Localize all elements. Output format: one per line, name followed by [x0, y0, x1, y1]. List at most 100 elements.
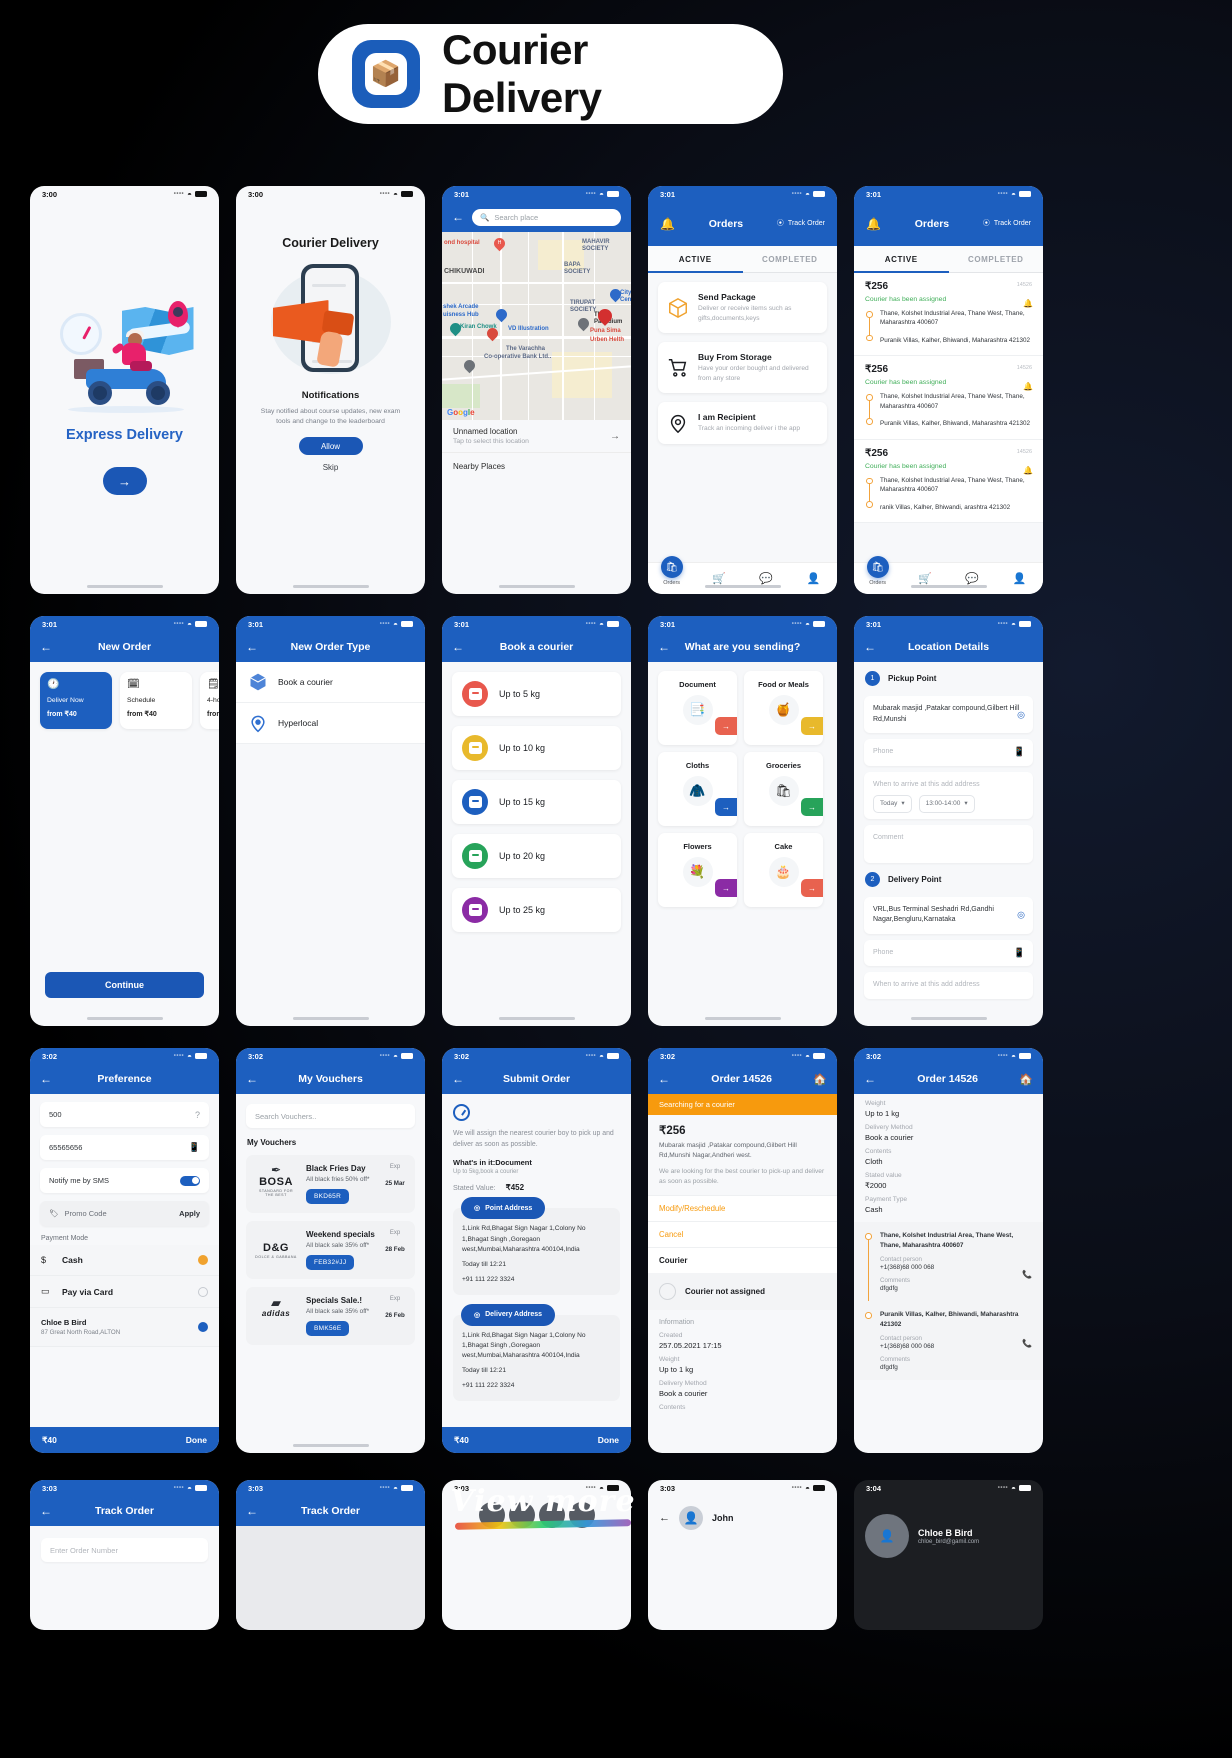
map-pin[interactable] [493, 306, 510, 323]
category-arrow-button[interactable]: → [801, 717, 823, 735]
row-hyperlocal[interactable]: Hyperlocal [236, 703, 425, 744]
search-input[interactable]: 🔍 Search place [472, 208, 621, 226]
bell-icon[interactable]: 🔔 [866, 217, 881, 231]
back-icon[interactable]: ← [452, 641, 464, 653]
row-book-a-courier[interactable]: Book a courier [236, 662, 425, 703]
cancel-button[interactable]: Cancel [648, 1220, 837, 1247]
pickup-phone-field[interactable]: Phone 📱 [864, 739, 1033, 766]
target-location-icon[interactable]: ◎ [1017, 909, 1025, 923]
category-groceries[interactable]: Groceries 🛍 → [744, 752, 823, 826]
voucher-search-input[interactable]: Search Vouchers.. [246, 1104, 415, 1128]
weight-option-10kg[interactable]: Up to 10 kg [452, 726, 621, 770]
back-icon[interactable]: ← [40, 1073, 52, 1085]
weight-option-5kg[interactable]: Up to 5 kg [452, 672, 621, 716]
tabbar-item-chat[interactable]: 💬 [743, 572, 790, 585]
category-cloths[interactable]: Cloths 🧥 → [658, 752, 737, 826]
order-list-item[interactable]: ₹256 14526 🔔 Courier has been assigned T… [854, 273, 1043, 357]
delivery-phone-field[interactable]: Phone 📱 [864, 939, 1033, 967]
allow-button[interactable]: Allow [298, 437, 363, 456]
option-schedule[interactable]: 🗓 Schedule from ₹40 [120, 672, 192, 729]
map-canvas[interactable]: ond hospital MAHAVIR SOCIETY BAPA SOCIET… [442, 232, 631, 420]
home-icon[interactable]: 🏠 [1019, 1073, 1033, 1086]
map-pin[interactable] [575, 315, 592, 332]
payment-option-cash[interactable]: $ Cash [30, 1245, 219, 1276]
order-list-item[interactable]: ₹256 14526 🔔 Courier has been assigned T… [854, 356, 1043, 440]
back-icon[interactable]: ← [658, 1073, 670, 1085]
back-icon[interactable]: ← [452, 211, 464, 223]
weight-option-25kg[interactable]: Up to 25 kg [452, 888, 621, 932]
category-food-or-meals[interactable]: Food or Meals 🍯 → [744, 671, 823, 745]
skip-button[interactable]: Skip [236, 463, 425, 472]
weight-option-20kg[interactable]: Up to 20 kg [452, 834, 621, 878]
point-address-badge[interactable]: ◎ Point Address [461, 1197, 546, 1220]
done-button[interactable]: Done [598, 1435, 619, 1445]
tab-active[interactable]: ACTIVE [648, 246, 743, 273]
option-deliver-now[interactable]: 🕐 Deliver Now from ₹40 [40, 672, 112, 729]
tab-completed[interactable]: COMPLETED [742, 246, 837, 273]
stated-value-field[interactable]: 500 ? [40, 1102, 209, 1127]
card-buy-from-storage[interactable]: Buy From Storage Have your order bought … [658, 342, 827, 394]
category-document[interactable]: Document 📑 → [658, 671, 737, 745]
category-cake[interactable]: Cake 🎂 → [744, 833, 823, 907]
tabbar-item-new-order[interactable]: 🛒 [695, 572, 742, 585]
tabbar-item-profile[interactable]: 👤 [996, 572, 1043, 585]
card-send-package[interactable]: Send Package Deliver or receive items su… [658, 282, 827, 334]
category-arrow-button[interactable]: → [715, 879, 737, 897]
delivery-arrive-field[interactable]: When to arrive at this add address [864, 972, 1033, 999]
back-icon[interactable]: ← [246, 641, 258, 653]
arrow-right-icon[interactable]: → [610, 431, 620, 442]
bell-icon[interactable]: 🔔 [1023, 382, 1033, 391]
delivery-address-badge[interactable]: ◎ Delivery Address [461, 1303, 556, 1326]
phone-icon[interactable]: 📞 [1022, 1339, 1032, 1348]
voucher-card[interactable]: ▰ adidas Specials Sale.! All black sale … [246, 1287, 415, 1345]
sms-toggle-row[interactable]: Notify me by SMS [40, 1168, 209, 1193]
phone-field[interactable]: 65565656 📱 [40, 1135, 209, 1160]
back-icon[interactable]: ← [40, 641, 52, 653]
voucher-code[interactable]: BKD65R [306, 1189, 350, 1204]
target-location-icon[interactable]: ◎ [1017, 708, 1025, 722]
tabbar-item-chat[interactable]: 💬 [949, 572, 996, 585]
voucher-card[interactable]: ✒ BOSA STANDARD FOR THE BEST Black Fries… [246, 1155, 415, 1213]
card-i-am-recipient[interactable]: I am Recipient Track an incoming deliver… [658, 402, 827, 445]
phone-icon[interactable]: 📞 [1022, 1270, 1032, 1279]
category-arrow-button[interactable]: → [715, 798, 737, 816]
bell-icon[interactable]: 🔔 [1023, 466, 1033, 475]
apply-button[interactable]: Apply [179, 1209, 200, 1218]
category-flowers[interactable]: Flowers 💐 → [658, 833, 737, 907]
back-icon[interactable]: ← [246, 1505, 258, 1517]
home-icon[interactable]: 🏠 [813, 1073, 827, 1086]
order-list-item[interactable]: ₹256 14526 🔔 Courier has been assigned T… [854, 439, 1043, 523]
back-icon[interactable]: ← [864, 641, 876, 653]
sms-toggle[interactable] [180, 1175, 200, 1186]
voucher-code[interactable]: BMK56E [306, 1321, 350, 1336]
delivery-address-field[interactable]: VRL,Bus Terminal Seshadri Rd,Gandhi Naga… [864, 896, 1033, 934]
tabbar-item-orders[interactable]: 🛍 Orders [854, 556, 901, 586]
back-icon[interactable]: ← [246, 1073, 258, 1085]
map-pin-hospital[interactable]: H [491, 235, 508, 252]
bell-icon[interactable]: 🔔 [1023, 299, 1033, 308]
weight-option-15kg[interactable]: Up to 15 kg [452, 780, 621, 824]
category-arrow-button[interactable]: → [801, 798, 823, 816]
radio-selected[interactable] [198, 1255, 208, 1265]
category-arrow-button[interactable]: → [801, 879, 823, 897]
back-icon[interactable]: ← [452, 1073, 464, 1085]
done-button[interactable]: Done [186, 1435, 207, 1445]
promo-code-row[interactable]: 🏷 Promo Code Apply [40, 1201, 209, 1226]
map-pin[interactable] [461, 357, 478, 374]
pickup-day-select[interactable]: Today ▾ [873, 795, 912, 813]
radio-unselected[interactable] [198, 1286, 208, 1297]
tabbar-item-profile[interactable]: 👤 [790, 572, 837, 585]
track-order-button[interactable]: ⦿ Track Order [777, 220, 825, 228]
payment-option-card[interactable]: ▭ Pay via Card [30, 1276, 219, 1308]
help-icon[interactable]: ? [195, 1110, 200, 1120]
selected-location-row[interactable]: Unnamed location Tap to select this loca… [442, 420, 631, 453]
order-number-input[interactable]: Enter Order Number [41, 1538, 208, 1562]
track-order-button[interactable]: ⦿ Track Order [983, 220, 1031, 228]
pickup-arrive-field[interactable]: When to arrive at this add address Today… [864, 771, 1033, 819]
voucher-code[interactable]: FEB32#JJ [306, 1255, 355, 1270]
back-icon[interactable]: ← [40, 1505, 52, 1517]
tab-active[interactable]: ACTIVE [854, 246, 949, 273]
radio-selected[interactable] [198, 1322, 208, 1332]
option-4-hour[interactable]: 🗒 4-hour in from ₹40 [200, 672, 219, 729]
pickup-time-select[interactable]: 13:00-14:00 ▾ [918, 795, 975, 813]
